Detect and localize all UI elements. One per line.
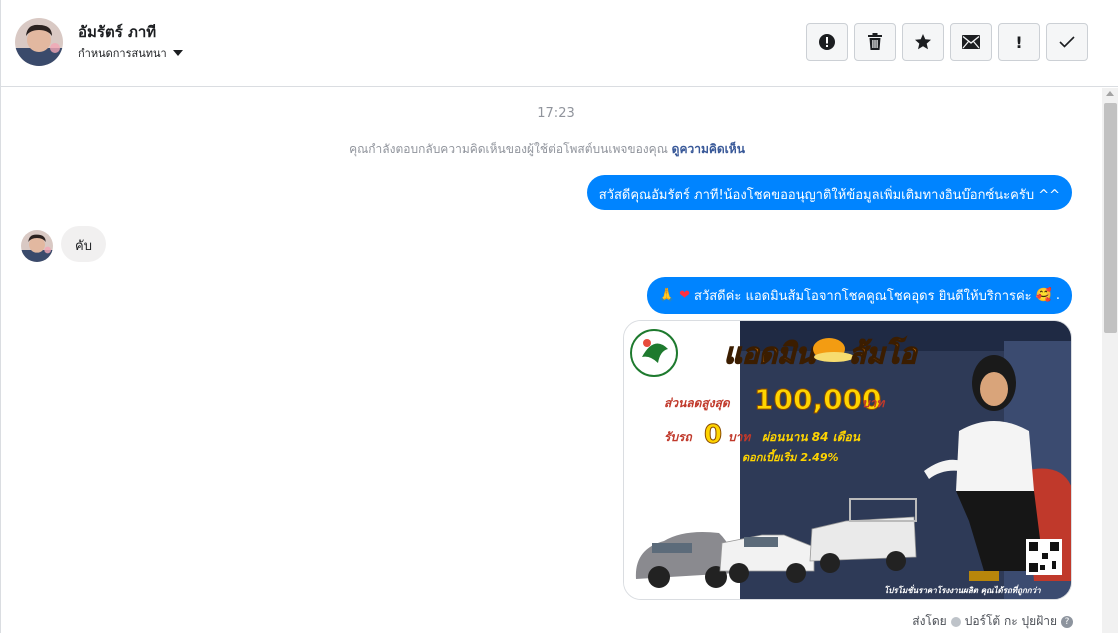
ad-down-unit: บาท (728, 430, 751, 444)
mark-done-button[interactable] (1046, 23, 1088, 61)
star-button[interactable] (902, 23, 944, 61)
conversation-header: อัมรัตร์ ภาที กำหนดการสนทนา ! (1, 0, 1118, 87)
smile-hearts-emoji-icon: 🥰 (1035, 288, 1052, 303)
ad-discount-unit: บาท (862, 396, 885, 410)
promo-image: แอดมิน ส้มโอ ส่วนลดสูงสุด 100,000 บาท รั… (624, 321, 1071, 599)
thread-scrollbar[interactable] (1102, 88, 1118, 633)
view-comment-link[interactable]: ดูความคิดเห็น (672, 142, 745, 156)
scrollbar-thumb[interactable] (1104, 103, 1117, 333)
notice-text: คุณกำลังตอบกลับความคิดเห็นของผู้ใช้ต่อโพ… (349, 142, 668, 156)
trash-icon (868, 33, 882, 50)
conversation-actions: ! (806, 23, 1088, 61)
comment-reply-notice: คุณกำลังตอบกลับความคิดเห็นของผู้ใช้ต่อโพ… (1, 140, 1093, 159)
ad-headline-2: ส้มโอ (849, 336, 919, 370)
ad-footer: โปรโมชั่นราคาโรงงานผลิต คุณได้รถที่ถูกกว… (884, 584, 1041, 596)
outgoing-message[interactable]: สวัสดีคุณอัมรัตร์ ภาที!น้องโชคขออนุญาติใ… (586, 175, 1072, 210)
message-thread[interactable]: 17:23 คุณกำลังตอบกลับความคิดเห็นของผู้ใช… (1, 88, 1101, 633)
assign-conversation-dropdown[interactable]: กำหนดการสนทนา (78, 44, 183, 62)
pray-emoji-icon: 🙏 (658, 288, 676, 303)
inbox-conversation-pane: อัมรัตร์ ภาที กำหนดการสนทนา ! 17:23 คุณก… (0, 0, 1118, 633)
ad-down-label: รับรถ (664, 430, 693, 444)
heart-emoji-icon: ❤ (679, 288, 691, 303)
ad-headline-1: แอดมิน (724, 337, 817, 370)
qr-code (1026, 539, 1062, 575)
delete-button[interactable] (854, 23, 896, 61)
incoming-message[interactable]: คับ (61, 226, 106, 262)
ad-installment: ผ่อนนาน 84 เดือน (762, 430, 861, 444)
sent-by-name[interactable]: ปอร์โต้ กะ ปุยฝ้าย (965, 612, 1057, 631)
sender-avatar[interactable] (21, 230, 53, 262)
message-end-punct: . (1055, 288, 1060, 303)
exclamation-icon: ! (1015, 32, 1023, 52)
agent-avatar-icon (950, 616, 961, 627)
ad-interest: ดอกเบี้ยเริ่ม 2.49% (742, 449, 839, 464)
sent-by-info: ส่งโดย ปอร์โต้ กะ ปุยฝ้าย ? (912, 612, 1073, 631)
message-text: คับ (75, 239, 92, 254)
assign-conversation-label: กำหนดการสนทนา (78, 47, 167, 60)
image-attachment[interactable]: แอดมิน ส้มโอ ส่วนลดสูงสุด 100,000 บาท รั… (623, 320, 1072, 600)
ad-down-value: 0 (704, 420, 722, 450)
sent-by-label: ส่งโดย (912, 614, 947, 628)
message-text: สวัสดีคุณอัมรัตร์ ภาที!น้องโชคขออนุญาติใ… (598, 188, 1060, 203)
star-icon (915, 34, 931, 50)
message-timestamp: 17:23 (537, 106, 575, 121)
scroll-up-arrow-icon[interactable] (1106, 91, 1114, 96)
caret-down-icon (172, 50, 183, 56)
help-icon[interactable]: ? (1061, 615, 1073, 628)
mail-icon (962, 35, 980, 49)
mark-unread-button[interactable] (950, 23, 992, 61)
follow-up-button[interactable]: ! (998, 23, 1040, 61)
contact-avatar[interactable] (15, 18, 63, 66)
check-icon (1059, 36, 1075, 48)
outgoing-message[interactable]: 🙏 ❤ สวัสดีค่ะ แอดมินส้มโอจากโชคคูณโชคอุด… (646, 277, 1072, 314)
mark-spam-button[interactable] (806, 23, 848, 61)
spam-icon (819, 34, 835, 50)
message-text: สวัสดีค่ะ แอดมินส้มโอจากโชคคูณโชคอุดร ยิ… (694, 289, 1032, 304)
ad-discount-label: ส่วนลดสูงสุด (664, 396, 731, 411)
contact-name[interactable]: อัมรัตร์ ภาที (78, 20, 156, 44)
